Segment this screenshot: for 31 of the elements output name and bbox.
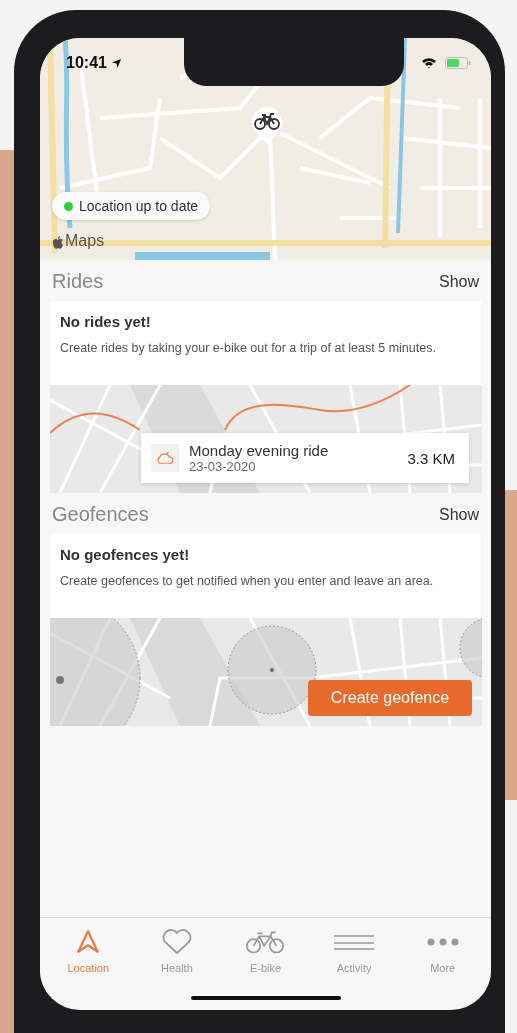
section-title: Rides: [52, 270, 104, 293]
bike-pin-icon: [250, 104, 284, 146]
tab-item[interactable]: E-bike: [221, 918, 310, 996]
battery-icon: [445, 57, 471, 69]
apple-logo-icon: [52, 236, 64, 250]
status-time: 10:41: [66, 54, 107, 72]
location-arrow-icon: [110, 57, 122, 69]
tab-item[interactable]: More: [398, 918, 487, 996]
tab-item[interactable]: Activity: [309, 918, 399, 996]
empty-state-title: No rides yet!: [60, 313, 152, 330]
create-geofence-button[interactable]: Create geofence: [308, 680, 472, 716]
empty-state-title: No geofences yet!: [60, 546, 191, 563]
empty-state-text: Create geofences to get notified when you enter and leave an area.: [60, 573, 435, 589]
tab-item[interactable]: Health: [132, 918, 222, 996]
wifi-icon: [421, 57, 437, 69]
ride-card[interactable]: Monday evening ride 23-03-2020 3.3 KM: [141, 433, 469, 483]
bicycle-icon: [244, 929, 287, 955]
more-icon: [425, 937, 460, 947]
section-title: Geofences: [52, 503, 149, 526]
ride-distance: 3.3 KM: [407, 449, 455, 467]
map-attribution: Maps: [65, 232, 105, 250]
show-link[interactable]: Show: [438, 505, 479, 524]
empty-state-text: Create rides by taking your e-bike out for a trip of at least 5 minutes.: [60, 340, 437, 356]
location-status-text: Location up to date: [79, 198, 199, 214]
cloud-icon: [156, 451, 174, 465]
ride-name: Monday evening ride: [189, 442, 330, 459]
tab-item[interactable]: Location: [44, 918, 133, 996]
show-link[interactable]: Show: [438, 272, 479, 291]
navigation-arrow-icon: [75, 929, 102, 955]
ride-date: 23-03-2020: [189, 459, 257, 474]
heart-icon: [160, 929, 193, 955]
